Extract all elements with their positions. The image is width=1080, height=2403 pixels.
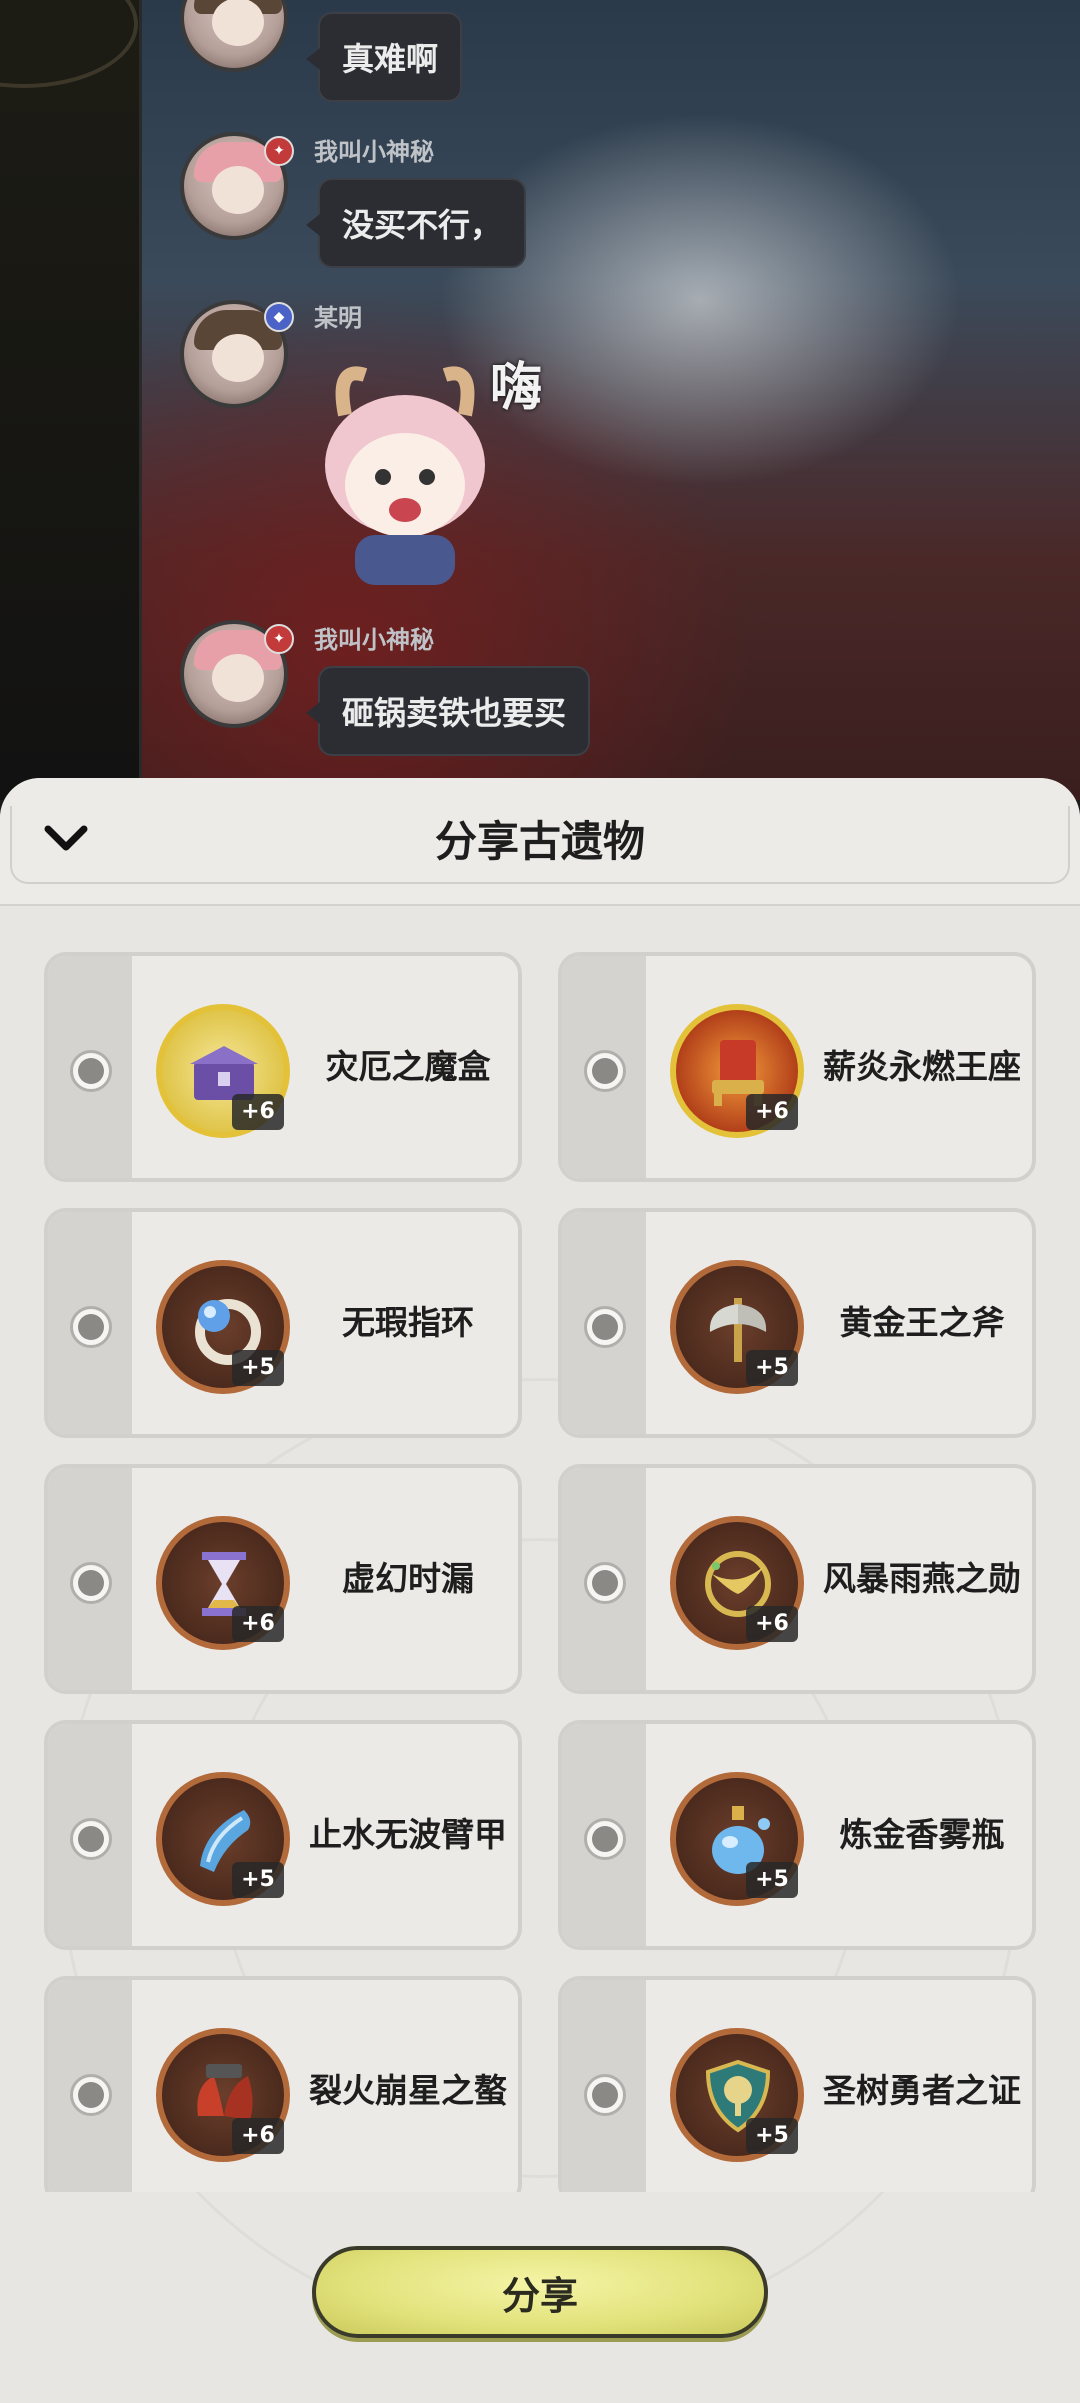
relic-grid: +6 灾厄之魔盒 +6 薪炎永燃王座 +5 无瑕指环 +5 黄金王之斧 +6 虚… [44, 952, 1036, 2192]
share-relic-sheet: 分享古遗物 +6 灾厄之魔盒 +6 薪炎永燃王座 +5 无瑕指环 +5 黄金王之… [0, 778, 1080, 2403]
select-radio[interactable] [70, 2074, 112, 2116]
relic-level-badge: +5 [746, 1862, 798, 1898]
chevron-down-icon [44, 825, 88, 851]
relic-card[interactable]: +6 风暴雨燕之勋 [558, 1464, 1036, 1694]
relic-name: 无瑕指环 [342, 1303, 474, 1342]
relic-name: 虚幻时漏 [342, 1559, 474, 1598]
select-radio[interactable] [70, 1306, 112, 1348]
sticker-image[interactable] [305, 345, 505, 585]
relic-card[interactable]: +6 裂火崩星之螯 [44, 1976, 522, 2192]
sheet-title: 分享古遗物 [434, 817, 645, 866]
relic-level-badge: +5 [746, 1350, 798, 1386]
relic-card[interactable]: +5 黄金王之斧 [558, 1208, 1036, 1438]
relic-level-badge: +5 [232, 1350, 284, 1386]
avatar[interactable] [180, 0, 288, 72]
rank-badge-icon: ✦ [264, 624, 294, 654]
rank-badge-icon: ◆ [264, 302, 294, 332]
chat-username: 我叫小神秘 [314, 626, 434, 654]
relic-name: 圣树勇者之证 [823, 2071, 1021, 2110]
select-radio[interactable] [584, 1306, 626, 1348]
relic-card[interactable]: +6 薪炎永燃王座 [558, 952, 1036, 1182]
relic-level-badge: +5 [232, 1862, 284, 1898]
relic-name: 裂火崩星之螯 [309, 2071, 507, 2110]
relic-card[interactable]: +5 止水无波臂甲 [44, 1720, 522, 1950]
relic-level-badge: +6 [746, 1094, 798, 1130]
rank-badge-icon: ✦ [264, 136, 294, 166]
relic-card[interactable]: +5 炼金香雾瓶 [558, 1720, 1036, 1950]
relic-name: 黄金王之斧 [839, 1303, 1005, 1342]
relic-name: 风暴雨燕之勋 [823, 1559, 1021, 1598]
chat-background: 真难啊 ✦ 我叫小神秘 没买不行， ◆ 某明 嗨 ✦ 我叫小神秘 砸锅卖铁也要买 [0, 0, 1080, 800]
relic-level-badge: +6 [232, 1094, 284, 1130]
select-radio[interactable] [584, 2074, 626, 2116]
relic-level-badge: +6 [746, 1606, 798, 1642]
relic-card[interactable]: +6 灾厄之魔盒 [44, 952, 522, 1182]
relic-level-badge: +5 [746, 2118, 798, 2154]
chat-bubble: 砸锅卖铁也要买 [305, 666, 591, 756]
sheet-header: 分享古遗物 [0, 778, 1080, 906]
relic-name: 止水无波臂甲 [309, 1815, 507, 1854]
relic-card[interactable]: +6 虚幻时漏 [44, 1464, 522, 1694]
share-button[interactable]: 分享 [312, 2246, 768, 2338]
chat-bubble: 没买不行， [305, 178, 527, 268]
select-radio[interactable] [584, 1050, 626, 1092]
chat-side-panel [0, 0, 142, 800]
select-radio[interactable] [70, 1818, 112, 1860]
select-radio[interactable] [584, 1562, 626, 1604]
relic-name: 灾厄之魔盒 [325, 1047, 491, 1086]
chat-username: 我叫小神秘 [314, 138, 434, 166]
relic-level-badge: +6 [232, 2118, 284, 2154]
select-radio[interactable] [584, 1818, 626, 1860]
select-radio[interactable] [70, 1562, 112, 1604]
relic-name: 薪炎永燃王座 [823, 1047, 1021, 1086]
sticker-caption: 嗨 [490, 358, 543, 418]
collapse-button[interactable] [36, 808, 96, 868]
chat-bubble: 真难啊 [305, 12, 463, 102]
relic-card[interactable]: +5 圣树勇者之证 [558, 1976, 1036, 2192]
relic-name: 炼金香雾瓶 [839, 1815, 1005, 1854]
select-radio[interactable] [70, 1050, 112, 1092]
relic-card[interactable]: +5 无瑕指环 [44, 1208, 522, 1438]
chat-username: 某明 [314, 304, 362, 332]
relic-level-badge: +6 [232, 1606, 284, 1642]
